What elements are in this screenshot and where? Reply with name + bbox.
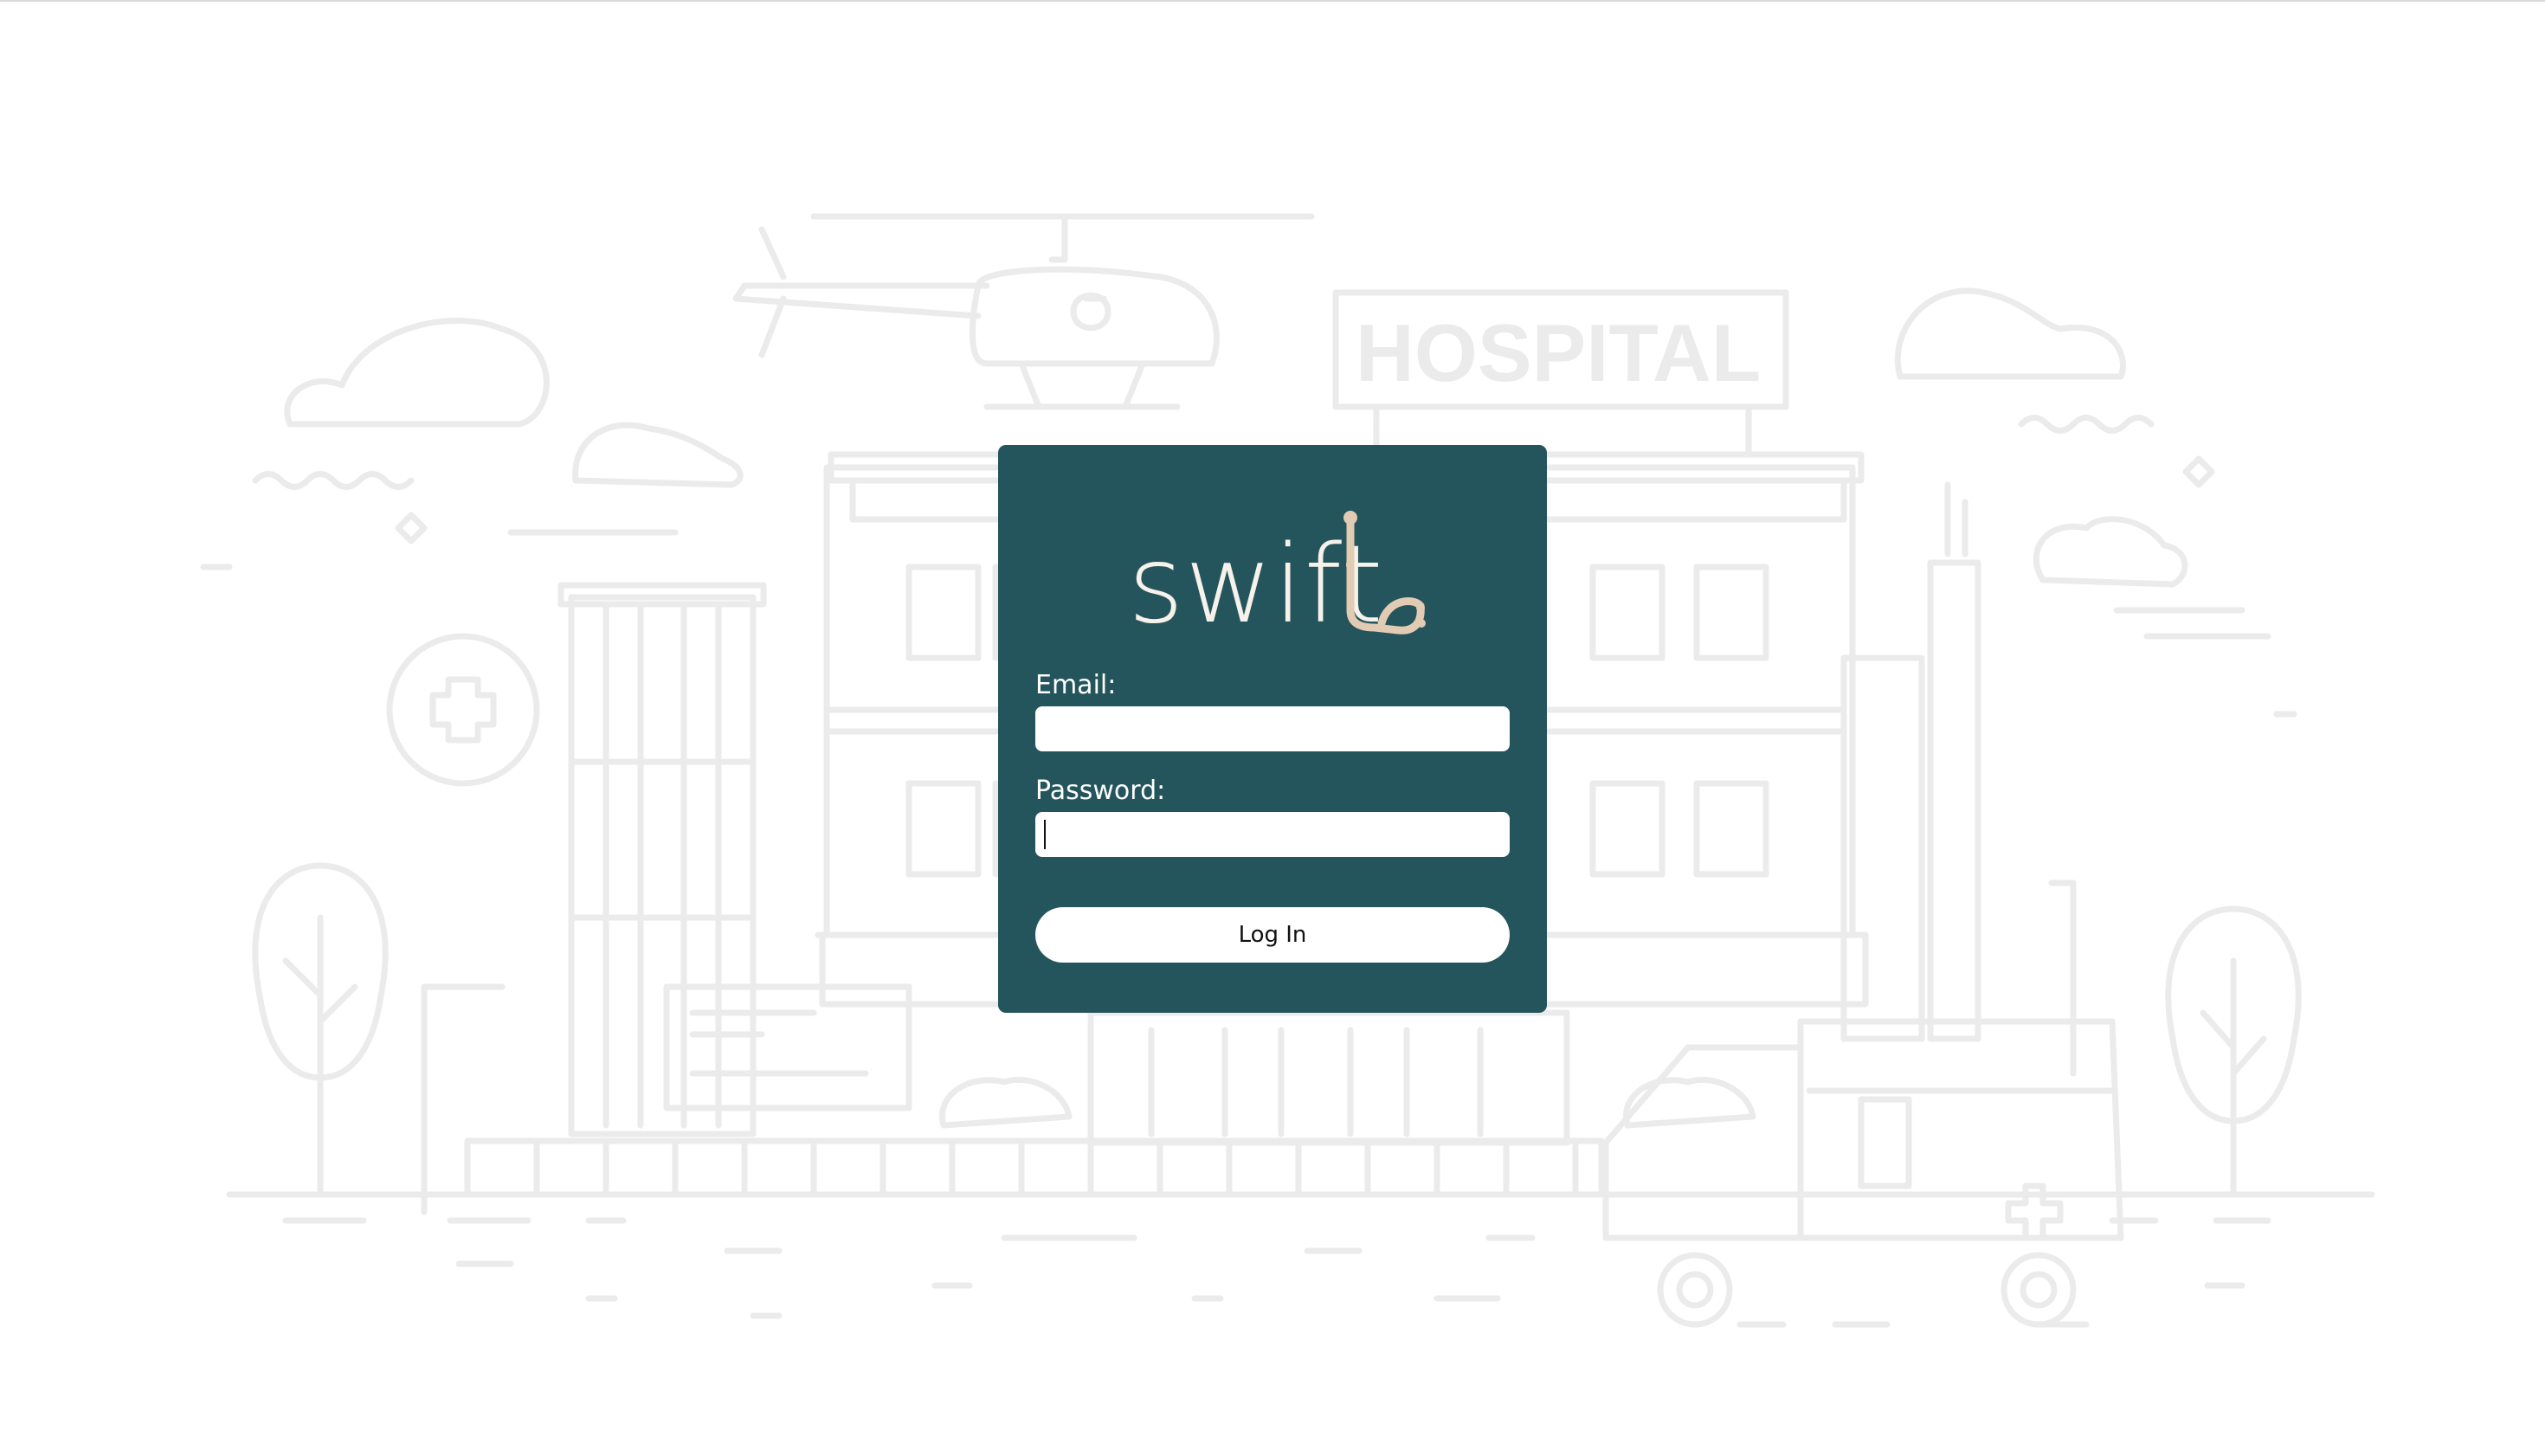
logo-text: swift (1128, 523, 1384, 647)
text-cursor (1044, 820, 1046, 849)
hospital-sign-text: HOSPITAL (1356, 307, 1761, 398)
swift-logo: swift (1128, 502, 1440, 649)
login-button[interactable]: Log In (1035, 907, 1510, 963)
password-label: Password: (1035, 776, 1166, 806)
email-label: Email: (1035, 670, 1117, 700)
password-field[interactable] (1035, 812, 1510, 857)
email-field[interactable] (1035, 706, 1510, 751)
password-field-wrapper (1035, 812, 1510, 857)
login-card: swift Email: Password: Log In (998, 445, 1547, 1013)
